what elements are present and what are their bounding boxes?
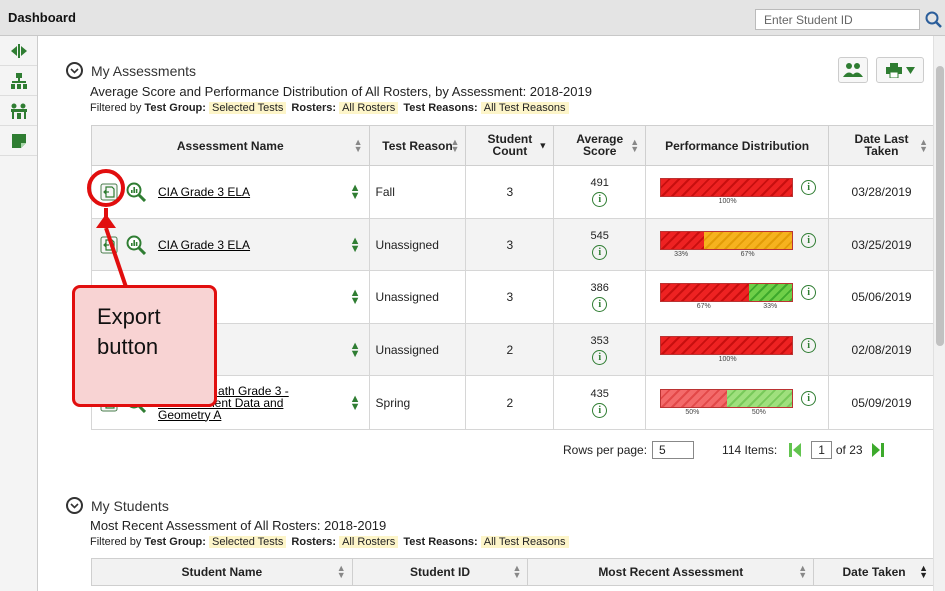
export-callout: Export button	[72, 285, 217, 407]
